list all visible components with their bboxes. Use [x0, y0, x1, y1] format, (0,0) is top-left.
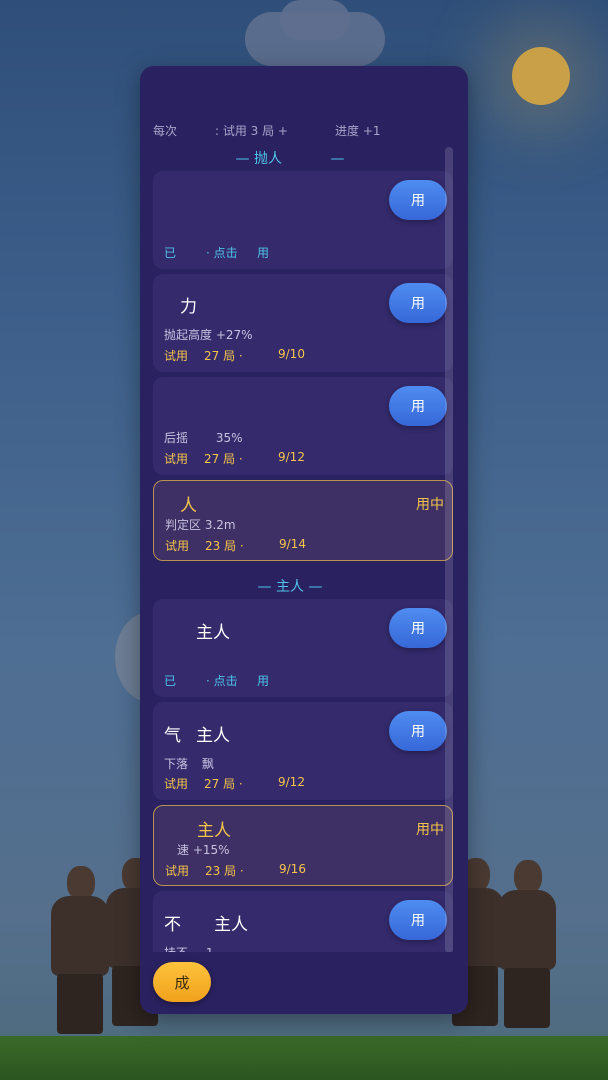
click-link[interactable]: · 点击 — [206, 672, 238, 689]
card-title: 人 — [180, 496, 197, 516]
skin-card[interactable]: 用 已 · 点击 用 — [153, 171, 453, 269]
use-button[interactable]: 用 — [389, 711, 447, 751]
card-desc: 抛起高度 +27% — [164, 328, 253, 342]
card-desc: 下落 飘 — [164, 757, 214, 771]
card-desc: 后摇 35% — [164, 431, 243, 445]
skin-card[interactable]: 用 后摇 35% 试用 27 局 · 9/12 — [153, 377, 453, 475]
skin-card-active[interactable]: 主人 用中 速 +15% 试用 23 局 · 9/16 — [153, 805, 453, 886]
done-button[interactable]: 成 — [153, 962, 211, 1002]
card-title: 主人 — [196, 623, 230, 643]
skin-card[interactable]: 主人 用 已 · 点击 用 — [153, 599, 453, 697]
use-button[interactable]: 用 — [389, 386, 447, 426]
use-button[interactable]: 用 — [389, 283, 447, 323]
click-link[interactable]: · 点击 — [206, 244, 238, 261]
use-button[interactable]: 用 — [389, 900, 447, 940]
section-heading-throw: — 抛人 — — [140, 148, 440, 168]
info-trial: : 试用 3 局 + — [215, 124, 288, 138]
giant-figure — [492, 860, 562, 1030]
grass-ground — [0, 1036, 608, 1080]
section-label: — 抛人 — [235, 151, 282, 167]
card-title-prefix: 气 — [164, 726, 181, 746]
section-label: — 主人 — — [257, 579, 323, 595]
info-prefix: 每次 — [153, 124, 178, 138]
card-desc: 判定区 3.2m — [165, 518, 236, 532]
in-use-label: 用中 — [416, 822, 444, 838]
card-desc: 速 +15% — [177, 843, 230, 857]
card-title-prefix: 不 — [164, 915, 181, 935]
section-heading-master: — 主人 — — [140, 576, 440, 596]
skin-panel: 每次 : 试用 3 局 + 进度 +1 — 抛人 — 用 已 · 点击 用 力 … — [140, 66, 468, 1014]
card-title: 主人 — [197, 821, 231, 841]
use-button[interactable]: 用 — [389, 608, 447, 648]
sun — [512, 47, 570, 105]
section-label-dash: — — [330, 151, 345, 167]
card-title: 主人 — [214, 915, 248, 935]
card-title: 主人 — [196, 726, 230, 746]
use-button[interactable]: 用 — [389, 180, 447, 220]
trial-info: 每次 : 试用 3 局 + 进度 +1 — [153, 122, 453, 138]
skin-card[interactable]: 力 用 抛起高度 +27% 试用 27 局 · 9/10 — [153, 274, 453, 372]
card-title: 力 — [180, 297, 197, 317]
skin-card[interactable]: 气 主人 用 下落 飘 试用 27 局 · 9/12 — [153, 702, 453, 800]
info-progress: 进度 +1 — [335, 124, 381, 138]
in-use-label: 用中 — [416, 497, 444, 513]
cloud — [280, 0, 350, 40]
scrollbar[interactable] — [445, 147, 453, 953]
skin-card-active[interactable]: 人 用中 判定区 3.2m 试用 23 局 · 9/14 — [153, 480, 453, 561]
